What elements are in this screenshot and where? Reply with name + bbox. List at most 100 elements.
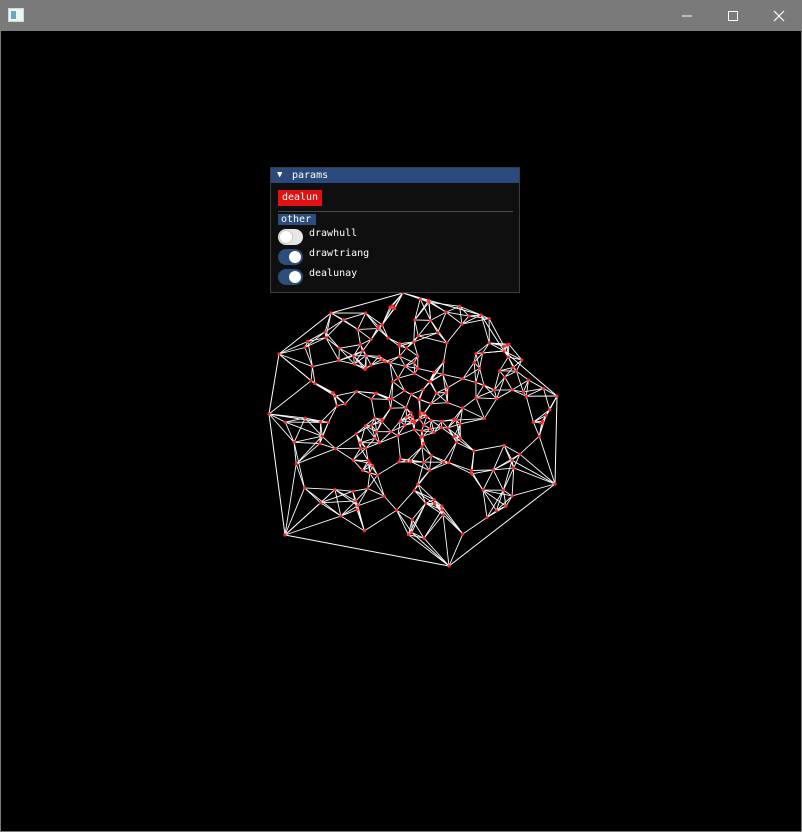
mesh-point	[369, 337, 373, 342]
mesh-point	[440, 508, 444, 512]
mesh-edge	[339, 347, 354, 357]
mesh-edge	[496, 376, 506, 399]
toggle-drawhull[interactable]	[278, 229, 303, 245]
toggle-drawtriang[interactable]	[278, 249, 303, 265]
mesh-edge	[471, 469, 494, 471]
mesh-point	[422, 411, 426, 415]
mesh-edge	[431, 455, 449, 464]
mesh-edge	[377, 461, 400, 476]
mesh-point	[444, 390, 448, 395]
mesh-edge	[295, 443, 321, 465]
mesh-point	[354, 389, 359, 394]
mesh-point	[389, 430, 393, 434]
mesh-point	[553, 482, 557, 486]
mesh-point	[441, 460, 446, 464]
mesh-point	[416, 334, 420, 338]
mesh-point	[354, 432, 358, 436]
mesh-point	[467, 314, 471, 318]
mesh-point	[429, 318, 433, 322]
mesh-point	[331, 391, 335, 395]
mesh-point	[541, 386, 546, 391]
mesh-edge	[387, 337, 400, 347]
mesh-point	[502, 344, 506, 348]
mesh-point	[388, 360, 392, 365]
toggle-label-drawhull: drawhull	[309, 228, 358, 239]
mesh-edge	[488, 318, 505, 347]
mesh-point	[313, 382, 317, 386]
mesh-point	[461, 532, 465, 536]
mesh-point	[432, 498, 436, 502]
mesh-point	[502, 443, 506, 447]
mesh-point	[520, 358, 524, 362]
triangle-down-icon[interactable]: ▼	[277, 168, 282, 183]
mesh-point	[485, 515, 489, 520]
mesh-point	[470, 472, 474, 476]
mesh-point	[362, 529, 366, 533]
mesh-point	[337, 346, 341, 350]
mesh-point	[424, 501, 428, 505]
mesh-edge	[443, 342, 448, 363]
mesh-point	[474, 380, 478, 385]
render-canvas[interactable]	[1, 31, 801, 831]
close-button[interactable]	[756, 0, 802, 31]
mesh-point	[380, 357, 384, 361]
mesh-point	[409, 459, 413, 464]
minimize-button[interactable]	[664, 0, 710, 31]
mesh-point	[419, 435, 423, 439]
mesh-point	[364, 311, 368, 315]
mesh-point	[416, 366, 420, 370]
mesh-point	[445, 341, 449, 345]
mesh-edge	[391, 398, 407, 409]
mesh-point	[329, 311, 333, 315]
panel-header[interactable]: ▼ params	[271, 168, 519, 183]
mesh-edge	[284, 515, 341, 536]
mesh-point	[441, 372, 445, 376]
mesh-edge	[462, 378, 476, 383]
mesh-point	[507, 342, 511, 346]
mesh-edge	[417, 320, 431, 337]
dealun-button[interactable]: dealun	[278, 190, 322, 206]
mesh-point	[367, 461, 371, 465]
params-panel[interactable]: ▼ params dealun other drawhull drawtrian…	[270, 167, 520, 293]
window-titlebar[interactable]	[0, 0, 802, 31]
mesh-point	[377, 354, 381, 358]
mesh-edge	[296, 448, 336, 465]
maximize-button[interactable]	[710, 0, 756, 31]
mesh-edge	[379, 431, 392, 444]
mesh-point	[429, 418, 433, 422]
mesh-point	[318, 441, 322, 446]
mesh-point	[432, 430, 436, 434]
mesh-point	[472, 360, 476, 365]
mesh-point	[479, 313, 483, 317]
mesh-edge	[482, 489, 497, 511]
mesh-edge	[406, 446, 423, 462]
mesh-edge	[528, 379, 544, 389]
mesh-point	[495, 397, 499, 401]
mesh-point	[503, 375, 507, 379]
toggle-dealunay[interactable]	[278, 269, 303, 285]
mesh-edge	[462, 362, 475, 379]
close-icon	[773, 10, 785, 21]
mesh-point	[433, 502, 437, 506]
mesh-edge	[447, 378, 464, 388]
mesh-point	[418, 410, 422, 414]
mesh-point	[441, 513, 445, 517]
mesh-point	[377, 441, 382, 445]
mesh-edge	[414, 319, 419, 337]
mesh-edge	[429, 455, 432, 471]
mesh-point	[391, 380, 395, 384]
mesh-point	[410, 530, 414, 534]
mesh-edge	[456, 441, 475, 452]
mesh-point	[481, 351, 485, 355]
mesh-point	[548, 408, 552, 412]
mesh-edge	[430, 392, 447, 405]
mesh-edge	[408, 534, 450, 567]
hull-edge	[402, 292, 482, 316]
mesh-edge	[511, 467, 515, 496]
mesh-point	[369, 363, 373, 367]
mesh-point	[335, 404, 339, 408]
mesh-point	[492, 388, 496, 392]
mesh-edge	[343, 312, 366, 321]
mesh-point	[337, 358, 341, 363]
mesh-point	[454, 440, 458, 444]
